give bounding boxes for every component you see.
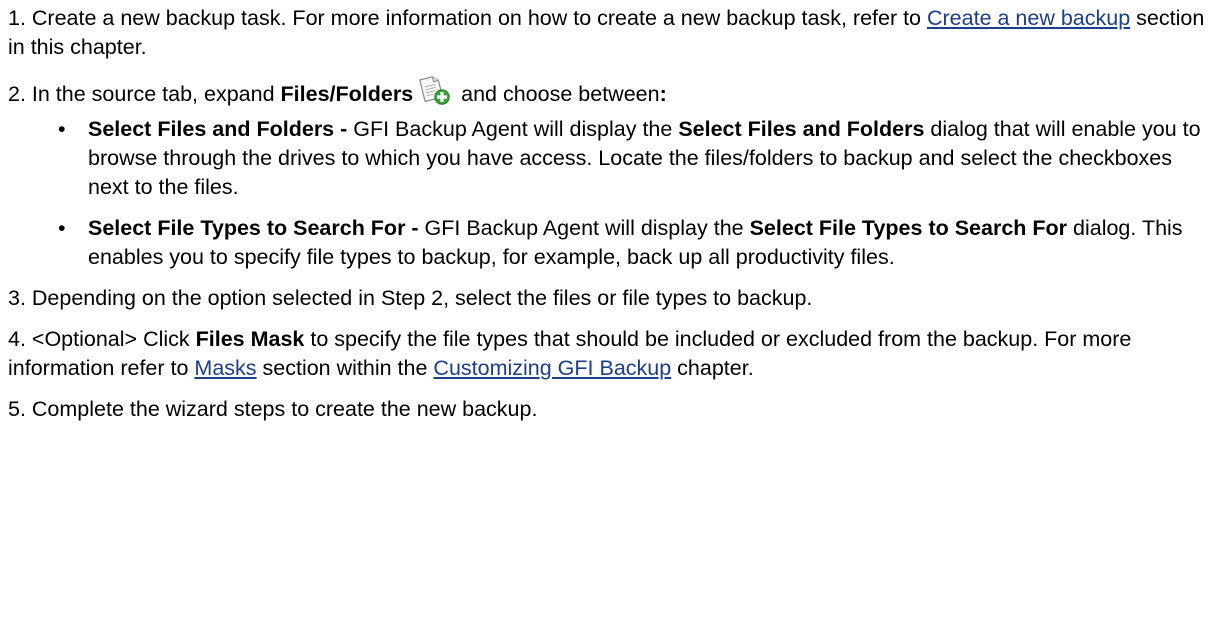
- customizing-gfi-backup-link[interactable]: Customizing GFI Backup: [433, 356, 671, 380]
- step-4-text: section within the: [256, 356, 434, 380]
- dialog-name: Select Files and Folders: [678, 117, 925, 141]
- list-item: • Select Files and Folders - GFI Backup …: [8, 115, 1217, 202]
- step-5-text: 5. Complete the wizard steps to create t…: [8, 397, 538, 421]
- files-mask-label: Files Mask: [195, 327, 305, 351]
- step-2-suffix: and choose between: [455, 82, 660, 106]
- step-4-text: 4. <Optional> Click: [8, 327, 196, 351]
- bullet: •: [58, 117, 66, 141]
- step-5: 5. Complete the wizard steps to create t…: [8, 395, 1217, 424]
- step-4: 4. <Optional> Click Files Mask to specif…: [8, 325, 1217, 383]
- option-text: GFI Backup Agent will display the: [347, 117, 679, 141]
- list-item: • Select File Types to Search For - GFI …: [8, 214, 1217, 272]
- options-list: • Select Files and Folders - GFI Backup …: [8, 115, 1217, 272]
- create-new-backup-link[interactable]: Create a new backup: [927, 6, 1130, 30]
- bullet: •: [58, 216, 66, 240]
- step-2: 2. In the source tab, expand Files/Folde…: [8, 74, 1217, 109]
- add-file-icon: [415, 74, 451, 106]
- document: 1. Create a new backup task. For more in…: [0, 0, 1217, 424]
- option-title: Select Files and Folders -: [88, 117, 348, 141]
- option-text: GFI Backup Agent will display the: [418, 216, 750, 240]
- step-2-colon: :: [659, 82, 667, 106]
- step-1-text: 1. Create a new backup task. For more in…: [8, 6, 927, 30]
- dialog-name: Select File Types to Search For: [749, 216, 1068, 240]
- step-1: 1. Create a new backup task. For more in…: [8, 4, 1217, 62]
- step-4-suffix: chapter.: [671, 356, 754, 380]
- files-folders-label: Files/Folders: [280, 82, 414, 106]
- option-title: Select File Types to Search For -: [88, 216, 419, 240]
- masks-link[interactable]: Masks: [194, 356, 256, 380]
- step-2-text: 2. In the source tab, expand: [8, 82, 281, 106]
- step-3-text: 3. Depending on the option selected in S…: [8, 286, 813, 310]
- step-3: 3. Depending on the option selected in S…: [8, 284, 1217, 313]
